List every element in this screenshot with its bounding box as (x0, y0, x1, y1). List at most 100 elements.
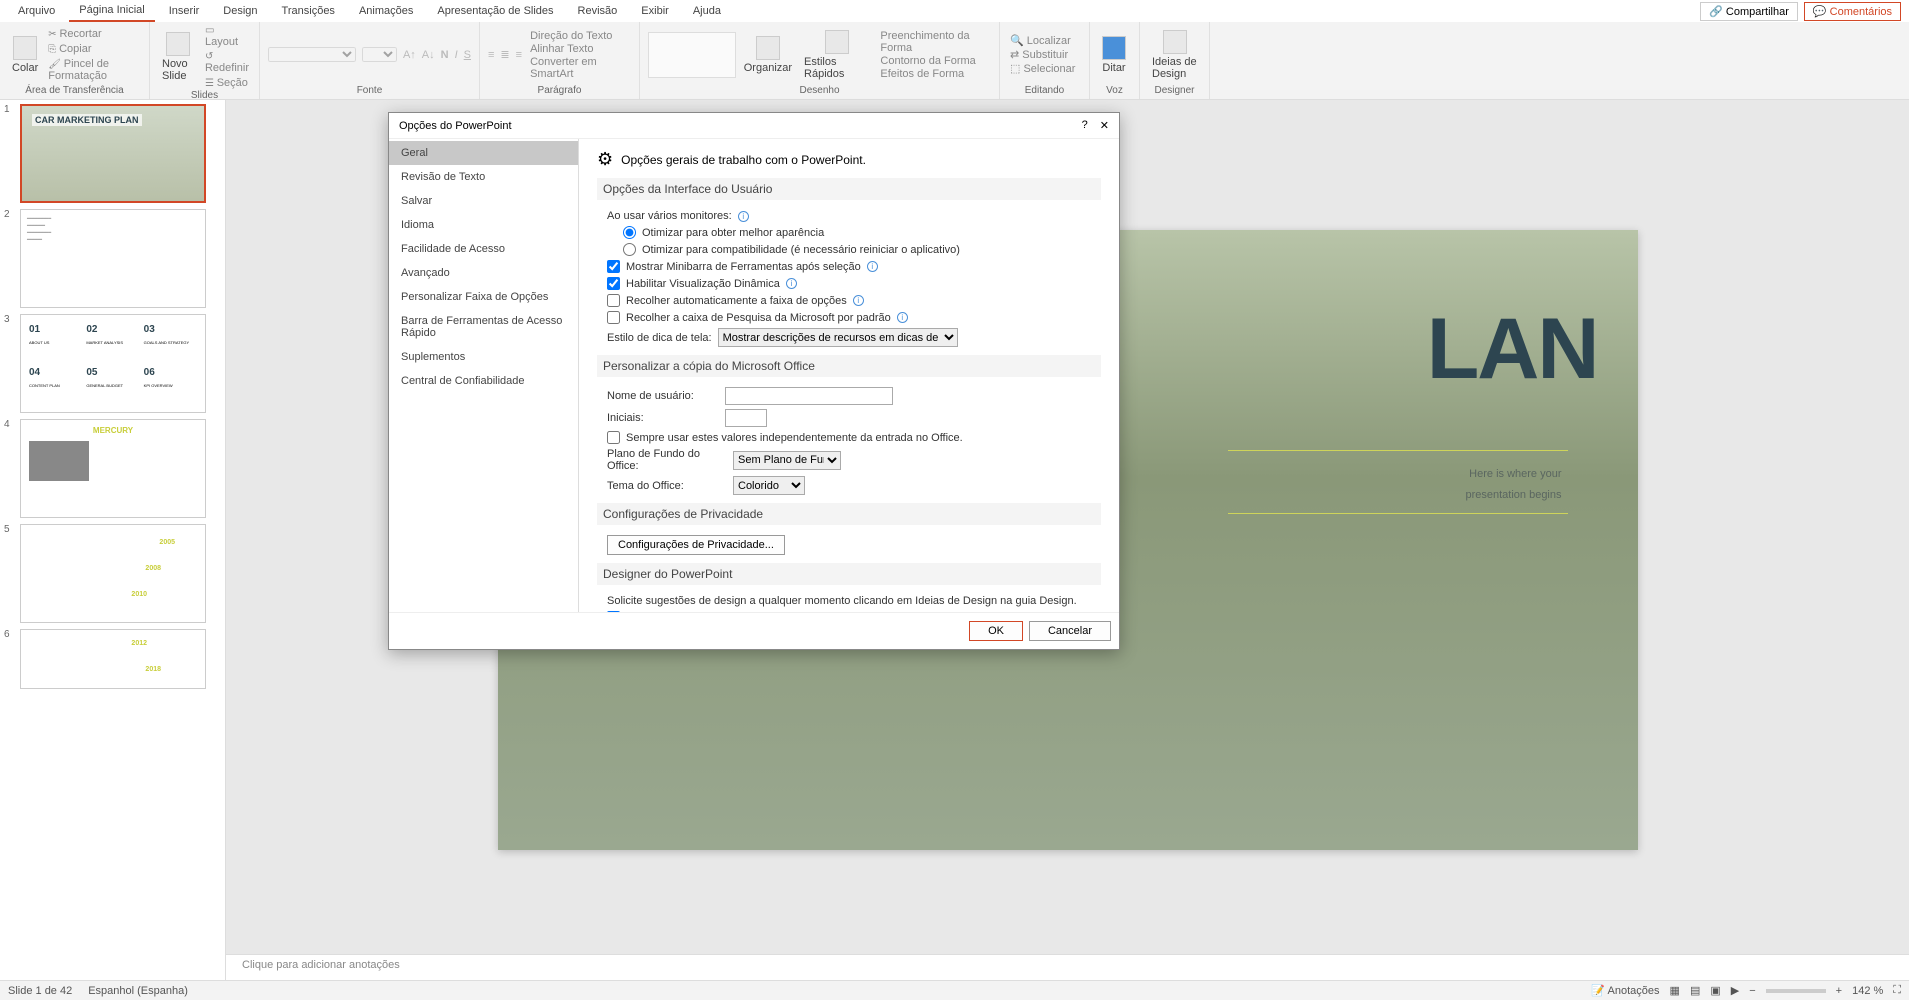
radio-compat[interactable] (623, 243, 636, 256)
underline-icon[interactable]: S (464, 49, 471, 61)
tab-animacoes[interactable]: Animações (349, 1, 423, 21)
slideshow-view-icon[interactable]: ▶ (1731, 984, 1739, 997)
check-collapse[interactable] (607, 294, 620, 307)
slide-thumbnails-panel[interactable]: 1 CAR MARKETING PLAN 2 ━━━━━━━━━━━━━━━━━… (0, 100, 226, 980)
share-button[interactable]: 🔗 Compartilhar (1700, 2, 1798, 21)
nav-suplementos[interactable]: Suplementos (389, 345, 578, 369)
tab-revisao[interactable]: Revisão (568, 1, 628, 21)
select-button[interactable]: ⬚ Selecionar (1010, 62, 1075, 75)
smartart-button[interactable]: Converter em SmartArt (530, 56, 629, 80)
tab-pagina-inicial[interactable]: Página Inicial (69, 0, 154, 22)
zoom-level[interactable]: 142 % (1852, 985, 1883, 997)
nav-central[interactable]: Central de Confiabilidade (389, 369, 578, 393)
fit-to-window-icon[interactable]: ⛶ (1893, 984, 1901, 997)
shape-outline-button[interactable]: Contorno da Forma (880, 55, 989, 67)
replace-button[interactable]: ⇄ Substituir (1010, 48, 1075, 61)
bullets-icon[interactable]: ≡ (488, 49, 494, 61)
ribbon-tabs: Arquivo Página Inicial Inserir Design Tr… (0, 0, 1909, 22)
info-icon[interactable]: i (786, 278, 797, 289)
username-input[interactable] (725, 387, 893, 405)
slide-thumbnail-2[interactable]: ━━━━━━━━━━━━━━━━━━━━━━━━━━━ (20, 209, 206, 308)
nav-revisao[interactable]: Revisão de Texto (389, 165, 578, 189)
section-button[interactable]: ☰ Seção (203, 76, 251, 90)
tab-exibir[interactable]: Exibir (631, 1, 679, 21)
arrange-icon (756, 36, 780, 60)
format-painter-button[interactable]: 🖌 Pincel de Formatação (46, 57, 141, 83)
quick-styles-button[interactable]: Estilos Rápidos (800, 28, 874, 82)
radio-aparencia[interactable] (623, 226, 636, 239)
numbering-icon[interactable]: ≣ (500, 48, 509, 61)
cancel-button[interactable]: Cancelar (1029, 621, 1111, 641)
slide-subtitle-text[interactable]: Here is where yourpresentation begins (1228, 450, 1568, 514)
check-always[interactable] (607, 431, 620, 444)
zoom-in-icon[interactable]: + (1836, 985, 1842, 997)
slide-thumbnail-6[interactable]: 2012 2018 (20, 629, 206, 689)
nav-personalizar[interactable]: Personalizar Faixa de Opções (389, 285, 578, 309)
arrange-button[interactable]: Organizar (740, 34, 796, 76)
shape-fill-button[interactable]: Preenchimento da Forma (880, 30, 989, 54)
theme-select[interactable]: Colorido (733, 476, 805, 495)
shapes-gallery[interactable] (648, 32, 736, 78)
slide-thumbnail-5[interactable]: 2005 2008 2010 (20, 524, 206, 623)
slide-thumbnail-3[interactable]: 01ABOUT US 02MARKET ANALYSIS 03GOALS AND… (20, 314, 206, 413)
initials-input[interactable] (725, 409, 767, 427)
tab-ajuda[interactable]: Ajuda (683, 1, 731, 21)
privacy-settings-button[interactable]: Configurações de Privacidade... (607, 535, 785, 555)
align-left-icon[interactable]: ≡ (516, 49, 522, 61)
paste-button[interactable]: Colar (8, 34, 42, 76)
nav-salvar[interactable]: Salvar (389, 189, 578, 213)
slide-thumbnail-4[interactable]: MERCURY (20, 419, 206, 518)
section-privacy: Configurações de Privacidade (597, 503, 1101, 525)
info-icon[interactable]: i (867, 261, 878, 272)
tooltip-style-select[interactable]: Mostrar descrições de recursos em dicas … (718, 328, 958, 347)
check-livepreview[interactable] (607, 277, 620, 290)
zoom-slider[interactable] (1766, 989, 1826, 993)
tab-design[interactable]: Design (213, 1, 267, 21)
reset-button[interactable]: ↺ Redefinir (203, 50, 251, 75)
tab-inserir[interactable]: Inserir (159, 1, 210, 21)
check-minibar[interactable] (607, 260, 620, 273)
background-select[interactable]: Sem Plano de Fundo (733, 451, 841, 470)
nav-barra[interactable]: Barra de Ferramentas de Acesso Rápido (389, 309, 578, 345)
nav-facilidade[interactable]: Facilidade de Acesso (389, 237, 578, 261)
nav-geral[interactable]: Geral (389, 141, 578, 165)
check-searchbox[interactable] (607, 311, 620, 324)
slide-title-text[interactable]: LAN (1427, 300, 1598, 399)
comments-button[interactable]: 💬 Comentários (1804, 2, 1901, 21)
help-icon[interactable]: ? (1082, 119, 1088, 132)
font-size-select[interactable] (362, 47, 397, 62)
align-text-button[interactable]: Alinhar Texto (530, 43, 629, 55)
decrease-font-icon[interactable]: A↓ (422, 49, 435, 61)
zoom-out-icon[interactable]: − (1749, 985, 1755, 997)
slide-thumbnail-1[interactable]: CAR MARKETING PLAN (20, 104, 206, 203)
close-icon[interactable]: ✕ (1100, 119, 1109, 132)
cut-button[interactable]: ✂ Recortar (46, 27, 141, 41)
copy-button[interactable]: ⎘ Copiar (46, 42, 141, 56)
new-slide-button[interactable]: Novo Slide (158, 30, 199, 84)
font-family-select[interactable] (268, 47, 356, 62)
increase-font-icon[interactable]: A↑ (403, 49, 416, 61)
ok-button[interactable]: OK (969, 621, 1023, 641)
normal-view-icon[interactable]: ▦ (1670, 984, 1680, 997)
nav-idioma[interactable]: Idioma (389, 213, 578, 237)
info-icon[interactable]: i (738, 211, 749, 222)
find-button[interactable]: 🔍 Localizar (1010, 34, 1075, 47)
italic-icon[interactable]: I (455, 49, 458, 61)
notes-pane[interactable]: Clique para adicionar anotações (226, 954, 1909, 980)
info-icon[interactable]: i (853, 295, 864, 306)
design-ideas-button[interactable]: Ideias de Design (1148, 28, 1201, 82)
info-icon[interactable]: i (897, 312, 908, 323)
bold-icon[interactable]: N (441, 49, 449, 61)
nav-avancado[interactable]: Avançado (389, 261, 578, 285)
reading-view-icon[interactable]: ▣ (1710, 984, 1720, 997)
text-direction-button[interactable]: Direção do Texto (530, 30, 629, 42)
dictate-button[interactable]: Ditar (1098, 34, 1130, 76)
tab-arquivo[interactable]: Arquivo (8, 1, 65, 21)
tab-apresentacao[interactable]: Apresentação de Slides (427, 1, 563, 21)
layout-button[interactable]: ▭ Layout (203, 24, 251, 49)
shape-effects-button[interactable]: Efeitos de Forma (880, 68, 989, 80)
notes-toggle[interactable]: 📝 Anotações (1591, 984, 1659, 997)
language-indicator[interactable]: Espanhol (Espanha) (88, 985, 188, 997)
sorter-view-icon[interactable]: ▤ (1690, 984, 1700, 997)
tab-transicoes[interactable]: Transições (272, 1, 345, 21)
